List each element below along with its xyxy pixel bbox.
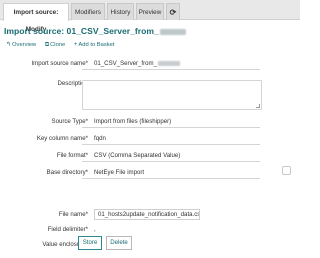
base-directory-side-button[interactable]	[282, 166, 291, 175]
refresh-icon: ⟳	[169, 8, 177, 17]
page-title-text: Import source: 01_CSV_Server_from_	[4, 26, 159, 36]
overview-label: Overview	[12, 42, 37, 48]
description-textarea[interactable]	[82, 80, 262, 110]
base-directory-underline	[82, 178, 260, 179]
plus-icon: +	[73, 42, 78, 48]
redacted-blur	[158, 60, 180, 66]
import-source-name-label: Import source name*	[31, 60, 88, 67]
file-format-select[interactable]: CSV (Comma Separated Value)	[94, 152, 180, 159]
source-type-label: Source Type*	[51, 118, 88, 125]
store-button[interactable]: Store	[78, 236, 102, 250]
file-name-label: File name*	[58, 211, 88, 218]
clone-icon: ⧉	[44, 42, 50, 48]
tab-import-source-modify[interactable]: Import source: Modify	[3, 3, 69, 33]
clone-link[interactable]: ⧉Clone	[45, 42, 65, 49]
key-column-name-label: Key column name*	[36, 135, 88, 142]
file-name-select[interactable]: 01_hosts2update_notification_data.csv	[94, 209, 200, 220]
file-format-label: File format*	[56, 152, 88, 159]
key-column-name-underline	[82, 144, 260, 145]
redacted-blur	[159, 28, 186, 35]
source-type-underline	[82, 127, 260, 128]
action-links: ↰Overview ⧉Clone +Add to Basket	[6, 41, 122, 49]
field-delimiter-input[interactable]: ,	[94, 226, 96, 233]
tab-modifiers[interactable]: Modifiers	[71, 3, 105, 20]
base-directory-select[interactable]: NetEye File import	[94, 169, 144, 176]
tab-preview[interactable]: Preview	[136, 3, 164, 20]
back-arrow-icon: ↰	[6, 42, 12, 48]
key-column-name-input[interactable]: fqdn	[94, 135, 106, 142]
import-source-name-value: 01_CSV_Server_from_	[94, 60, 157, 67]
delete-button[interactable]: Delete	[106, 236, 132, 250]
clone-label: Clone	[50, 42, 66, 48]
add-to-basket-link[interactable]: +Add to Basket	[74, 42, 115, 48]
overview-link[interactable]: ↰Overview	[6, 41, 36, 48]
base-directory-label: Base directory*	[46, 169, 88, 176]
source-type-select[interactable]: Import from files (fileshipper)	[94, 118, 171, 125]
tab-bar: Import source: Modify Modifiers History …	[0, 0, 300, 33]
file-format-underline	[82, 161, 260, 162]
tab-refresh[interactable]: ⟳	[166, 3, 180, 20]
field-delimiter-label: Field delimiter*	[47, 226, 88, 233]
resize-handle-icon[interactable]	[256, 104, 260, 108]
import-source-name-input[interactable]: 01_CSV_Server_from_	[94, 60, 180, 67]
tab-history[interactable]: History	[107, 3, 134, 20]
page-title: Import source: 01_CSV_Server_from_	[4, 26, 186, 36]
add-to-basket-label: Add to Basket	[78, 42, 115, 48]
import-source-name-underline	[82, 69, 260, 70]
